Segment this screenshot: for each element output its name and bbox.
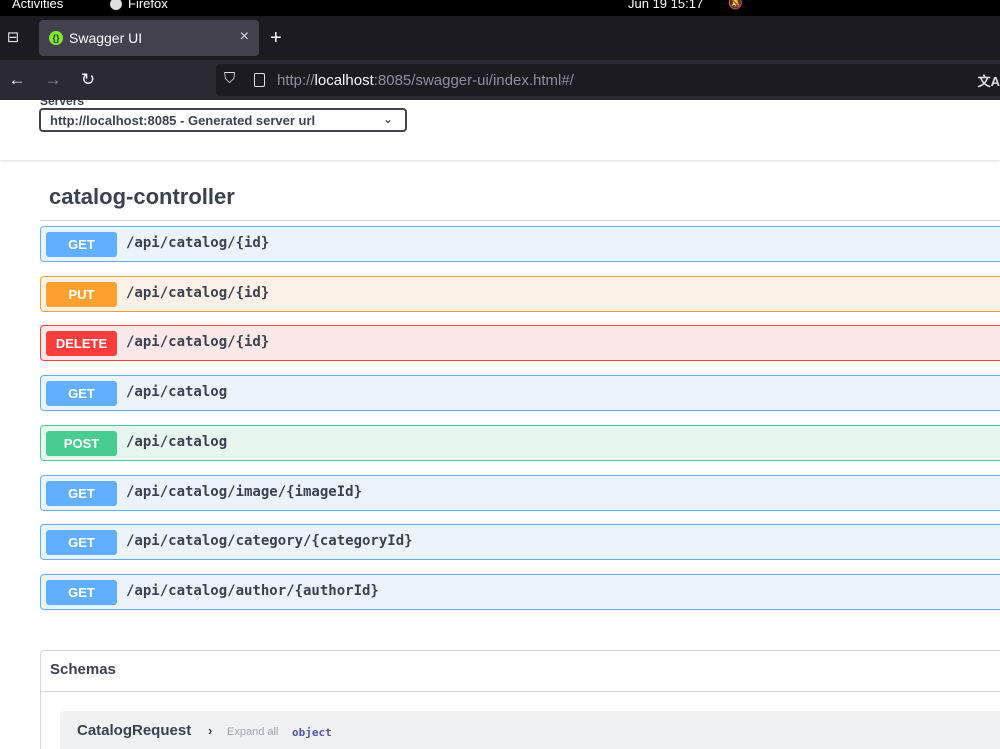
url-scheme: http://	[277, 72, 315, 89]
chevron-down-icon: ⌄	[382, 112, 393, 126]
tracking-protection-shield-icon[interactable]: ⛉	[224, 70, 235, 87]
url-rest: :8085/swagger-ui/index.html#/	[373, 72, 574, 89]
forward-button[interactable]: →	[41, 68, 65, 92]
operation-delete-catalog-id[interactable]: DELETE /api/catalog/{id}	[40, 325, 1000, 361]
schemas-section: Schemas CatalogRequest › Expand all obje…	[40, 650, 1000, 749]
chevron-right-icon[interactable]: ›	[208, 723, 212, 738]
operation-path: /api/catalog/category/{categoryId}	[126, 533, 413, 549]
reload-button[interactable]: ↻	[76, 68, 100, 92]
operation-path: /api/catalog/{id}	[126, 235, 270, 251]
app-name: Firefox	[128, 0, 168, 11]
tab-swagger-ui[interactable]: {} Swagger UI ×	[39, 20, 259, 56]
divider	[40, 220, 1000, 221]
new-tab-button[interactable]: +	[270, 27, 282, 49]
activities-button[interactable]: Activities	[12, 0, 63, 11]
method-badge: GET	[46, 530, 117, 555]
method-badge: PUT	[46, 282, 117, 307]
model-name[interactable]: CatalogRequest	[77, 722, 191, 739]
operation-path: /api/catalog	[126, 384, 228, 400]
swagger-favicon-icon: {}	[49, 31, 63, 45]
url-text[interactable]: http://localhost:8085/swagger-ui/index.h…	[277, 72, 574, 89]
app-menu[interactable]: Firefox	[110, 0, 168, 11]
divider	[41, 691, 1000, 692]
navigation-bar: ← → ↻ ⛉ http://localhost:8085/swagger-ui…	[0, 60, 1000, 100]
list-all-tabs-icon[interactable]: ⊟	[3, 27, 23, 49]
clock[interactable]: Jun 19 15:17	[628, 0, 703, 11]
method-badge: GET	[46, 381, 117, 406]
servers-select[interactable]: http://localhost:8085 - Generated server…	[39, 108, 407, 132]
page-info-icon[interactable]	[254, 73, 265, 87]
notification-bell-icon: 🔕	[728, 0, 743, 10]
back-button[interactable]: ←	[5, 68, 29, 92]
operation-get-catalog-author[interactable]: GET /api/catalog/author/{authorId}	[40, 574, 1000, 610]
url-bar[interactable]: ⛉ http://localhost:8085/swagger-ui/index…	[216, 64, 1000, 96]
servers-label: Servers	[40, 100, 85, 108]
operation-post-catalog[interactable]: POST /api/catalog	[40, 425, 1000, 461]
expand-all-link[interactable]: Expand all	[227, 726, 278, 738]
operation-get-catalog-id[interactable]: GET /api/catalog/{id}	[40, 226, 1000, 262]
operation-path: /api/catalog/{id}	[126, 334, 270, 350]
model-type: object	[292, 726, 332, 739]
operation-put-catalog-id[interactable]: PUT /api/catalog/{id}	[40, 276, 1000, 312]
tab-title: Swagger UI	[69, 30, 143, 46]
method-badge: GET	[46, 580, 117, 605]
method-badge: POST	[46, 431, 117, 456]
translate-icon[interactable]: 文A	[978, 71, 1000, 90]
page-content: Servers http://localhost:8085 - Generate…	[0, 100, 1000, 749]
operation-path: /api/catalog/image/{imageId}	[126, 484, 363, 500]
model-catalog-request[interactable]: CatalogRequest › Expand all object	[60, 711, 1000, 749]
operation-path: /api/catalog/author/{authorId}	[126, 583, 379, 599]
servers-section: Servers http://localhost:8085 - Generate…	[0, 100, 1000, 160]
tab-strip: ⊟ {} Swagger UI × +	[0, 16, 1000, 60]
method-badge: GET	[46, 232, 117, 257]
method-badge: GET	[46, 481, 117, 506]
operation-path: /api/catalog	[126, 434, 228, 450]
schemas-title[interactable]: Schemas	[50, 661, 116, 678]
operation-get-catalog-category[interactable]: GET /api/catalog/category/{categoryId}	[40, 524, 1000, 560]
operation-path: /api/catalog/{id}	[126, 285, 270, 301]
method-badge: DELETE	[46, 331, 117, 356]
servers-selected-value: http://localhost:8085 - Generated server…	[50, 113, 316, 128]
tag-title[interactable]: catalog-controller	[49, 184, 235, 210]
tab-close-icon[interactable]: ×	[240, 28, 249, 46]
operation-get-catalog-image[interactable]: GET /api/catalog/image/{imageId}	[40, 475, 1000, 511]
url-host: localhost	[314, 72, 374, 89]
firefox-icon	[110, 0, 122, 10]
operation-get-catalog[interactable]: GET /api/catalog	[40, 375, 1000, 411]
system-top-bar: Activities Firefox Jun 19 15:17 🔕	[0, 0, 1000, 16]
